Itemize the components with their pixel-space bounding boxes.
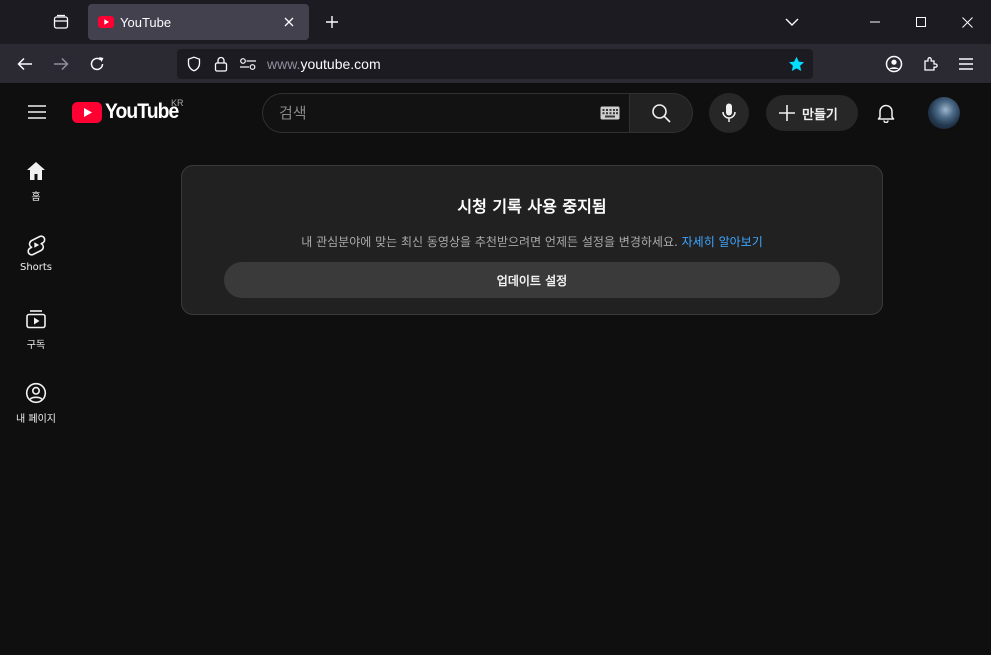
- youtube-page: YouTube KR 만들기: [0, 84, 991, 655]
- search-input[interactable]: [279, 94, 589, 132]
- back-button[interactable]: [9, 48, 41, 80]
- tab-close-button[interactable]: [279, 12, 299, 32]
- reload-button[interactable]: [81, 48, 113, 80]
- list-all-tabs-button[interactable]: [778, 8, 806, 36]
- keyboard-icon[interactable]: [600, 106, 620, 120]
- firefox-view-button[interactable]: [44, 6, 78, 38]
- hamburger-menu-icon: [959, 58, 973, 70]
- avatar[interactable]: [928, 97, 960, 129]
- search-box: [262, 93, 630, 133]
- url-prefix: www.: [267, 56, 301, 72]
- hamburger-menu-icon: [28, 105, 46, 119]
- plus-icon: [326, 16, 338, 28]
- history-paused-notice: 시청 기록 사용 중지됨 내 관심분야에 맞는 최신 동영상을 추천받으려면 언…: [181, 165, 883, 315]
- guide-menu-button[interactable]: [17, 92, 57, 132]
- home-icon: [27, 162, 45, 180]
- new-tab-button[interactable]: [318, 8, 346, 36]
- tab-youtube[interactable]: YouTube: [88, 4, 309, 40]
- close-icon: [961, 16, 973, 28]
- sidebar-item-label: Shorts: [19, 262, 53, 273]
- shorts-icon: [27, 235, 46, 256]
- sidebar-item-label: 홈: [31, 192, 41, 203]
- chevron-down-icon: [785, 18, 799, 26]
- update-settings-button[interactable]: 업데이트 설정: [224, 262, 840, 298]
- search-icon: [652, 104, 671, 123]
- puzzle-icon: [924, 57, 938, 71]
- permissions-icon[interactable]: [238, 54, 258, 74]
- bookmark-star-icon[interactable]: [786, 54, 806, 74]
- sidebar-item-you[interactable]: 내 페이지: [4, 362, 68, 436]
- minimize-button[interactable]: [852, 0, 898, 44]
- notifications-button[interactable]: [866, 93, 906, 133]
- reload-icon: [90, 57, 104, 71]
- bell-icon: [877, 104, 895, 123]
- account-button[interactable]: [878, 48, 910, 80]
- notice-description-text: 내 관심분야에 맞는 최신 동영상을 추천받으려면 언제든 설정을 변경하세요.: [301, 235, 678, 249]
- close-window-button[interactable]: [944, 0, 990, 44]
- sidebar-item-home[interactable]: 홈: [4, 140, 68, 214]
- youtube-masthead: YouTube KR 만들기: [0, 84, 991, 140]
- close-icon: [284, 17, 294, 27]
- sidebar-item-label: 내 페이지: [16, 414, 56, 425]
- browser-tab-bar: YouTube: [0, 0, 991, 44]
- maximize-icon: [916, 17, 926, 27]
- address-bar[interactable]: www.youtube.com: [177, 49, 813, 79]
- youtube-favicon-icon: [98, 14, 114, 30]
- browser-navigation-bar: www.youtube.com: [0, 44, 991, 84]
- learn-more-link[interactable]: 자세히 알아보기: [682, 235, 763, 249]
- youtube-logo[interactable]: YouTube: [72, 100, 185, 123]
- create-button-label: 만들기: [802, 107, 838, 123]
- notice-description: 내 관심분야에 맞는 최신 동영상을 추천받으려면 언제든 설정을 변경하세요.…: [182, 233, 882, 250]
- voice-search-button[interactable]: [709, 93, 749, 133]
- arrow-left-icon: [17, 57, 32, 71]
- region-code: KR: [171, 98, 184, 108]
- lock-icon[interactable]: [211, 54, 231, 74]
- microphone-icon: [722, 103, 736, 122]
- forward-button[interactable]: [45, 48, 77, 80]
- search-button[interactable]: [629, 93, 693, 133]
- account-icon: [25, 382, 47, 404]
- youtube-logo-text: YouTube: [105, 100, 179, 123]
- notice-title: 시청 기록 사용 중지됨: [457, 197, 607, 216]
- maximize-button[interactable]: [898, 0, 944, 44]
- sidebar-item-label: 구독: [26, 340, 46, 351]
- minimize-icon: [870, 21, 880, 23]
- youtube-play-logo-icon: [72, 101, 102, 123]
- app-menu-button[interactable]: [950, 48, 982, 80]
- url-text[interactable]: www.youtube.com: [267, 49, 381, 79]
- url-domain: youtube.com: [300, 56, 381, 72]
- firefox-view-icon: [53, 14, 69, 29]
- tab-title: YouTube: [120, 14, 172, 30]
- sidebar-item-shorts[interactable]: Shorts: [4, 214, 68, 288]
- sidebar-item-subscriptions[interactable]: 구독: [4, 288, 68, 362]
- plus-icon: [779, 105, 795, 121]
- tracking-protection-shield-icon[interactable]: [184, 54, 204, 74]
- arrow-right-icon: [54, 57, 69, 71]
- create-button[interactable]: 만들기: [766, 95, 858, 131]
- extensions-button[interactable]: [914, 48, 946, 80]
- subscriptions-icon: [26, 310, 46, 329]
- account-icon: [885, 55, 903, 73]
